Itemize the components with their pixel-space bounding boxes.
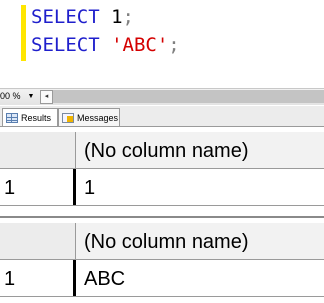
grid-corner-cell[interactable] xyxy=(0,223,76,259)
sql-string-literal: 'ABC' xyxy=(111,34,169,56)
grid-icon xyxy=(6,112,18,123)
table-row[interactable]: 1 ABC xyxy=(0,260,324,297)
zoom-value: 00 % xyxy=(0,91,21,101)
tab-label: Results xyxy=(21,112,52,123)
chevron-down-icon[interactable]: ▼ xyxy=(26,90,36,103)
zoom-bar: 00 % ▼ ◂ xyxy=(0,88,324,105)
horizontal-scrollbar[interactable] xyxy=(53,90,324,103)
grid-corner-cell[interactable] xyxy=(0,132,76,168)
sql-literal: 1 xyxy=(111,6,123,28)
sql-keyword: SELECT xyxy=(31,6,100,28)
grid-header-row: (No column name) xyxy=(0,132,324,169)
row-number[interactable]: 1 xyxy=(0,260,76,296)
code-line-1[interactable]: SELECT 1; xyxy=(31,4,134,30)
zoom-select[interactable]: 00 % ▼ xyxy=(0,90,36,103)
tab-results[interactable]: Results xyxy=(2,108,58,126)
result-grid-1[interactable]: (No column name) 1 1 xyxy=(0,127,324,209)
sql-terminator: ; xyxy=(168,34,180,56)
table-row[interactable]: 1 1 xyxy=(0,169,324,206)
sql-keyword: SELECT xyxy=(31,34,100,56)
grid-header-row: (No column name) xyxy=(0,223,324,260)
sql-editor[interactable]: SELECT 1; SELECT 'ABC'; xyxy=(0,0,324,88)
messages-icon xyxy=(62,112,74,123)
tab-messages[interactable]: Messages xyxy=(58,108,120,126)
row-number[interactable]: 1 xyxy=(0,169,76,205)
result-grid-2[interactable]: (No column name) 1 ABC xyxy=(0,216,324,303)
column-header[interactable]: (No column name) xyxy=(76,223,324,259)
column-header[interactable]: (No column name) xyxy=(76,132,324,168)
table-cell[interactable]: ABC xyxy=(76,260,324,296)
sql-terminator: ; xyxy=(122,6,134,28)
code-line-2[interactable]: SELECT 'ABC'; xyxy=(31,32,180,58)
tab-label: Messages xyxy=(77,112,119,123)
results-tab-strip: Results Messages xyxy=(0,106,324,127)
scroll-left-arrow-icon[interactable]: ◂ xyxy=(40,90,53,104)
table-cell[interactable]: 1 xyxy=(76,169,324,205)
change-tracking-bar xyxy=(21,5,26,61)
